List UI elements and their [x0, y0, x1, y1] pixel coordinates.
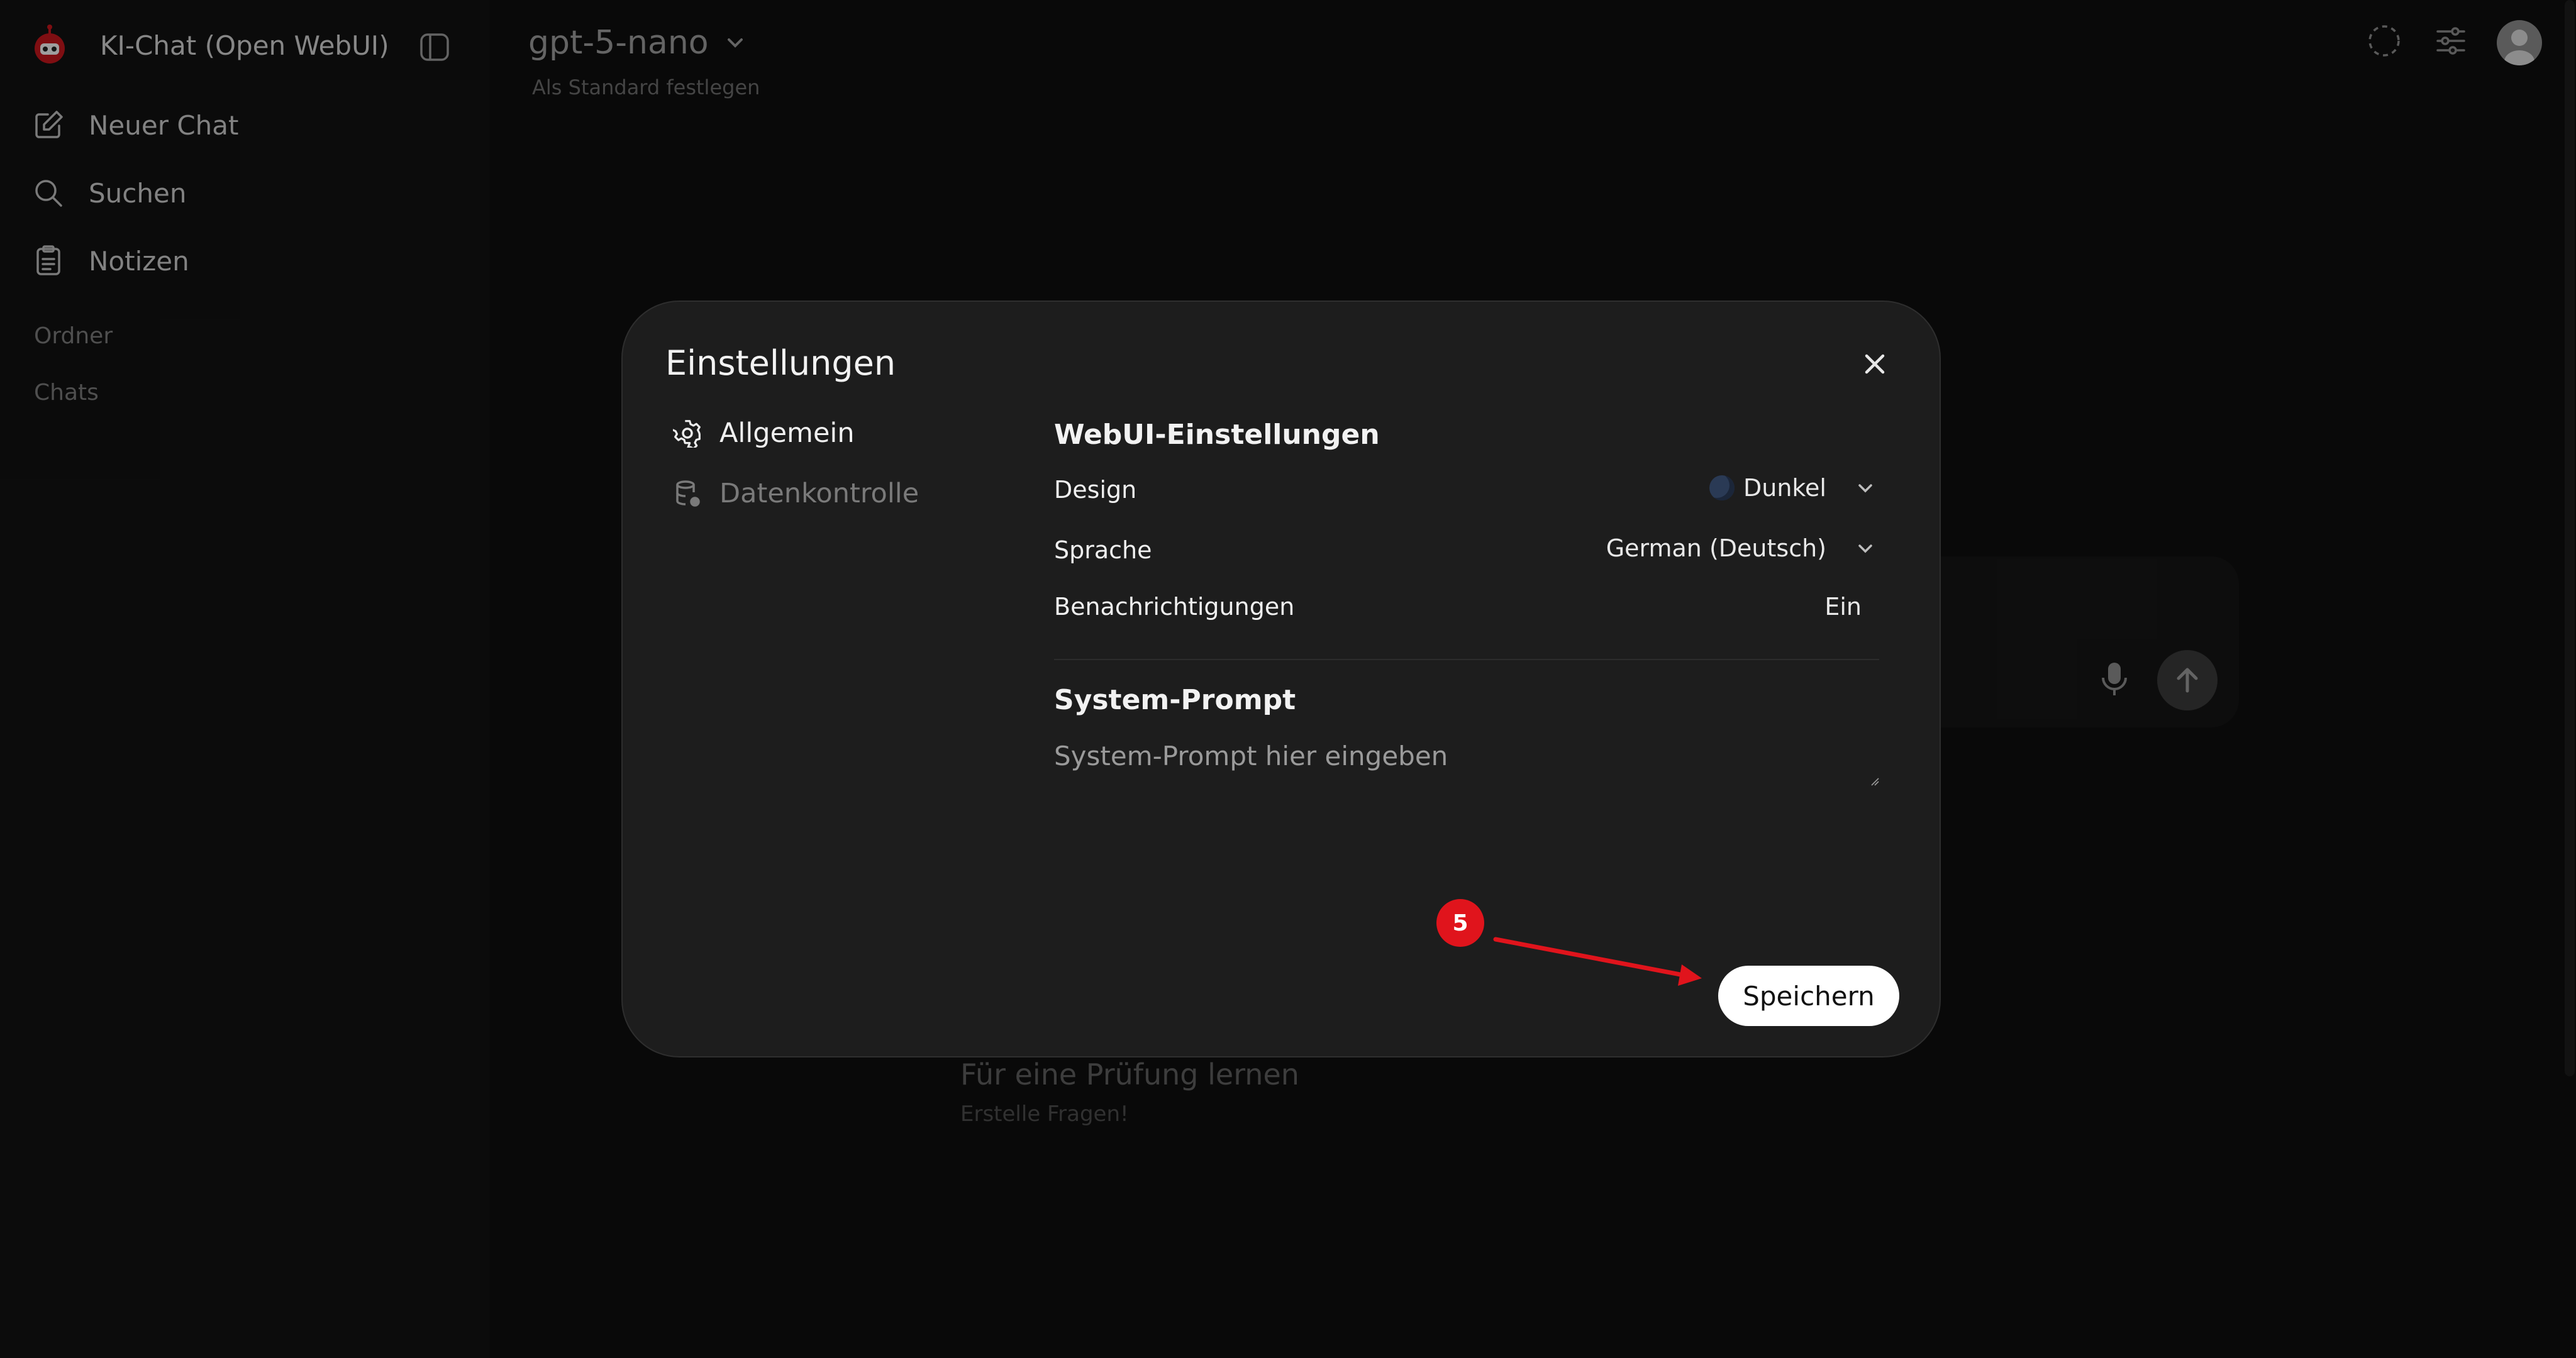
chevron-down-icon: [1858, 484, 1872, 493]
tab-data-controls[interactable]: Datenkontrolle: [673, 478, 919, 509]
tab-label: Datenkontrolle: [719, 478, 919, 509]
gear-icon: [673, 420, 701, 448]
design-label: Design: [1054, 476, 1137, 504]
chevron-down-icon: [1858, 544, 1872, 553]
notifications-value: Ein: [1824, 593, 1862, 621]
design-select[interactable]: Dunkel: [1709, 474, 1877, 502]
language-select[interactable]: German (Deutsch): [1606, 534, 1877, 562]
tab-label: Allgemein: [719, 417, 855, 449]
design-value: Dunkel: [1743, 474, 1826, 502]
language-value: German (Deutsch): [1606, 534, 1826, 562]
modal-title: Einstellungen: [665, 343, 896, 383]
close-icon[interactable]: [1859, 348, 1890, 380]
database-icon: [676, 480, 700, 507]
settings-modal: Einstellungen Allgemein Datenkontrolle W…: [621, 301, 1941, 1057]
system-prompt-heading: System-Prompt: [1054, 684, 1296, 716]
resize-handle-icon[interactable]: [1870, 777, 1879, 786]
notifications-label: Benachrichtigungen: [1054, 593, 1295, 621]
system-prompt-input[interactable]: [1054, 741, 1879, 788]
annotation-arrow-icon: [1493, 937, 1702, 986]
language-label: Sprache: [1054, 536, 1152, 564]
moon-icon: [1709, 475, 1735, 500]
notifications-toggle[interactable]: Ein: [1824, 593, 1862, 621]
webui-settings-heading: WebUI-Einstellungen: [1054, 419, 1380, 451]
tab-general[interactable]: Allgemein: [673, 417, 855, 449]
divider: [1054, 659, 1879, 660]
save-button[interactable]: Speichern: [1718, 966, 1899, 1026]
step-number-badge: 5: [1436, 899, 1484, 947]
